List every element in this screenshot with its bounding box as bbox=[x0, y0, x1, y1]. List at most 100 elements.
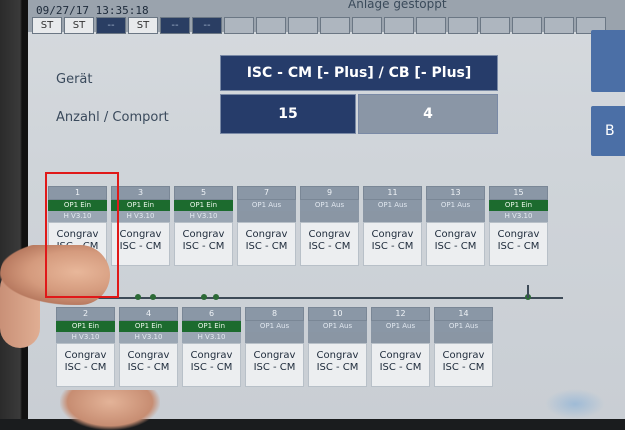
side-button-b[interactable]: B bbox=[591, 106, 625, 156]
firmware-version bbox=[300, 211, 359, 222]
device-type: CongravISC - CM bbox=[119, 343, 178, 387]
station-button[interactable]: -- bbox=[192, 17, 222, 34]
device-type: CongravISC - CM bbox=[426, 222, 485, 266]
device-card[interactable]: 10 OP1 Aus Congrav ISC - CM bbox=[308, 307, 367, 387]
device-number: 11 bbox=[363, 186, 422, 200]
device-number: 13 bbox=[426, 186, 485, 200]
device-brand: Congrav bbox=[253, 350, 296, 361]
device-brand: Congrav bbox=[442, 350, 485, 361]
device-card[interactable]: 5 OP1 Ein H V3.10 Congrav ISC - CM bbox=[174, 186, 233, 266]
station-button[interactable] bbox=[512, 17, 542, 34]
device-model: ISC - CM bbox=[434, 241, 477, 252]
device-brand: Congrav bbox=[371, 229, 414, 240]
station-button[interactable] bbox=[480, 17, 510, 34]
device-number: 2 bbox=[56, 307, 115, 321]
device-model: ISC - CM bbox=[245, 241, 288, 252]
device-brand: Congrav bbox=[379, 350, 422, 361]
station-button[interactable]: ST bbox=[32, 17, 62, 34]
device-model: ISC - CM bbox=[119, 241, 162, 252]
top-status-bar: 09/27/17 13:35:18 Anlage gestoppt ST ST --… bbox=[28, 0, 625, 34]
op-status: OP1 Ein bbox=[111, 200, 170, 211]
firmware-version bbox=[363, 211, 422, 222]
device-card[interactable]: 11 OP1 Aus Congrav ISC - CM bbox=[363, 186, 422, 266]
device-number: 4 bbox=[119, 307, 178, 321]
device-type: CongravISC - CM bbox=[245, 343, 304, 387]
side-button-top[interactable] bbox=[591, 30, 625, 92]
bus-line bbox=[48, 297, 563, 299]
device-brand: Congrav bbox=[245, 229, 288, 240]
firmware-version: H V3.10 bbox=[119, 332, 178, 343]
firmware-version bbox=[237, 211, 296, 222]
bus-drop bbox=[527, 285, 529, 298]
station-button[interactable] bbox=[256, 17, 286, 34]
device-brand: Congrav bbox=[308, 229, 351, 240]
device-label: Gerät bbox=[56, 72, 93, 87]
device-model: ISC - CM bbox=[127, 362, 170, 373]
op-status: OP1 Ein bbox=[489, 200, 548, 211]
op-status: OP1 Aus bbox=[300, 200, 359, 211]
firmware-version bbox=[371, 332, 430, 343]
device-card[interactable]: 8 OP1 Aus Congrav ISC - CM bbox=[245, 307, 304, 387]
device-card[interactable]: 14 OP1 Aus Congrav ISC - CM bbox=[434, 307, 493, 387]
firmware-version bbox=[434, 332, 493, 343]
device-card[interactable]: 9 OP1 Aus Congrav ISC - CM bbox=[300, 186, 359, 266]
device-card[interactable]: 2 OP1 Ein H V3.10 Congrav ISC - CM bbox=[56, 307, 115, 387]
station-button[interactable] bbox=[320, 17, 350, 34]
op-status: OP1 Aus bbox=[371, 321, 430, 332]
device-card[interactable]: 4 OP1 Ein H V3.10 Congrav ISC - CM bbox=[119, 307, 178, 387]
firmware-version: H V3.10 bbox=[56, 332, 115, 343]
station-button[interactable] bbox=[352, 17, 382, 34]
station-button[interactable] bbox=[224, 17, 254, 34]
screen-glare bbox=[545, 389, 605, 419]
bus-node bbox=[201, 294, 207, 300]
device-card[interactable]: 15 OP1 Ein H V3.10 Congrav ISC - CM bbox=[489, 186, 548, 266]
device-number: 10 bbox=[308, 307, 367, 321]
thumb bbox=[60, 390, 160, 430]
device-model: ISC - CM bbox=[371, 241, 414, 252]
station-button[interactable]: -- bbox=[96, 17, 126, 34]
device-brand: Congrav bbox=[64, 350, 107, 361]
device-type: CongravISC - CM bbox=[56, 343, 115, 387]
op-status: OP1 Ein bbox=[119, 321, 178, 332]
device-card[interactable]: 6 OP1 Ein H V3.10 Congrav ISC - CM bbox=[182, 307, 241, 387]
device-card[interactable]: 3 OP1 Ein H V3.10 Congrav ISC - CM bbox=[111, 186, 170, 266]
count-value-field[interactable]: 15 bbox=[220, 94, 356, 134]
op-status: OP1 Aus bbox=[237, 200, 296, 211]
station-button[interactable]: ST bbox=[64, 17, 94, 34]
station-button[interactable] bbox=[288, 17, 318, 34]
station-button[interactable]: -- bbox=[160, 17, 190, 34]
timestamp: 09/27/17 13:35:18 bbox=[36, 4, 149, 17]
device-number: 9 bbox=[300, 186, 359, 200]
firmware-version bbox=[245, 332, 304, 343]
firmware-version: H V3.10 bbox=[174, 211, 233, 222]
firmware-version bbox=[308, 332, 367, 343]
station-button-row: ST ST -- ST -- -- bbox=[32, 17, 606, 34]
device-number: 5 bbox=[174, 186, 233, 200]
device-value-field[interactable]: ISC - CM [- Plus] / CB [- Plus] bbox=[220, 55, 498, 91]
station-button[interactable] bbox=[544, 17, 574, 34]
device-brand: Congrav bbox=[182, 229, 225, 240]
device-card[interactable]: 12 OP1 Aus Congrav ISC - CM bbox=[371, 307, 430, 387]
comport-value-field[interactable]: 4 bbox=[358, 94, 498, 134]
firmware-version bbox=[426, 211, 485, 222]
count-comport-label: Anzahl / Comport bbox=[56, 110, 169, 125]
station-button[interactable] bbox=[448, 17, 478, 34]
device-brand: Congrav bbox=[316, 350, 359, 361]
station-button[interactable]: ST bbox=[128, 17, 158, 34]
device-type: CongravISC - CM bbox=[174, 222, 233, 266]
bus-node bbox=[135, 294, 141, 300]
device-number: 15 bbox=[489, 186, 548, 200]
device-type: CongravISC - CM bbox=[363, 222, 422, 266]
device-model: ISC - CM bbox=[190, 362, 233, 373]
op-status: OP1 Aus bbox=[434, 321, 493, 332]
device-card[interactable]: 13 OP1 Aus Congrav ISC - CM bbox=[426, 186, 485, 266]
bus-node bbox=[150, 294, 156, 300]
device-number: 6 bbox=[182, 307, 241, 321]
op-status: OP1 Aus bbox=[363, 200, 422, 211]
op-status: OP1 Aus bbox=[308, 321, 367, 332]
station-button[interactable] bbox=[416, 17, 446, 34]
op-status: OP1 Ein bbox=[182, 321, 241, 332]
device-model: ISC - CM bbox=[497, 241, 540, 252]
station-button[interactable] bbox=[384, 17, 414, 34]
device-card[interactable]: 7 OP1 Aus Congrav ISC - CM bbox=[237, 186, 296, 266]
